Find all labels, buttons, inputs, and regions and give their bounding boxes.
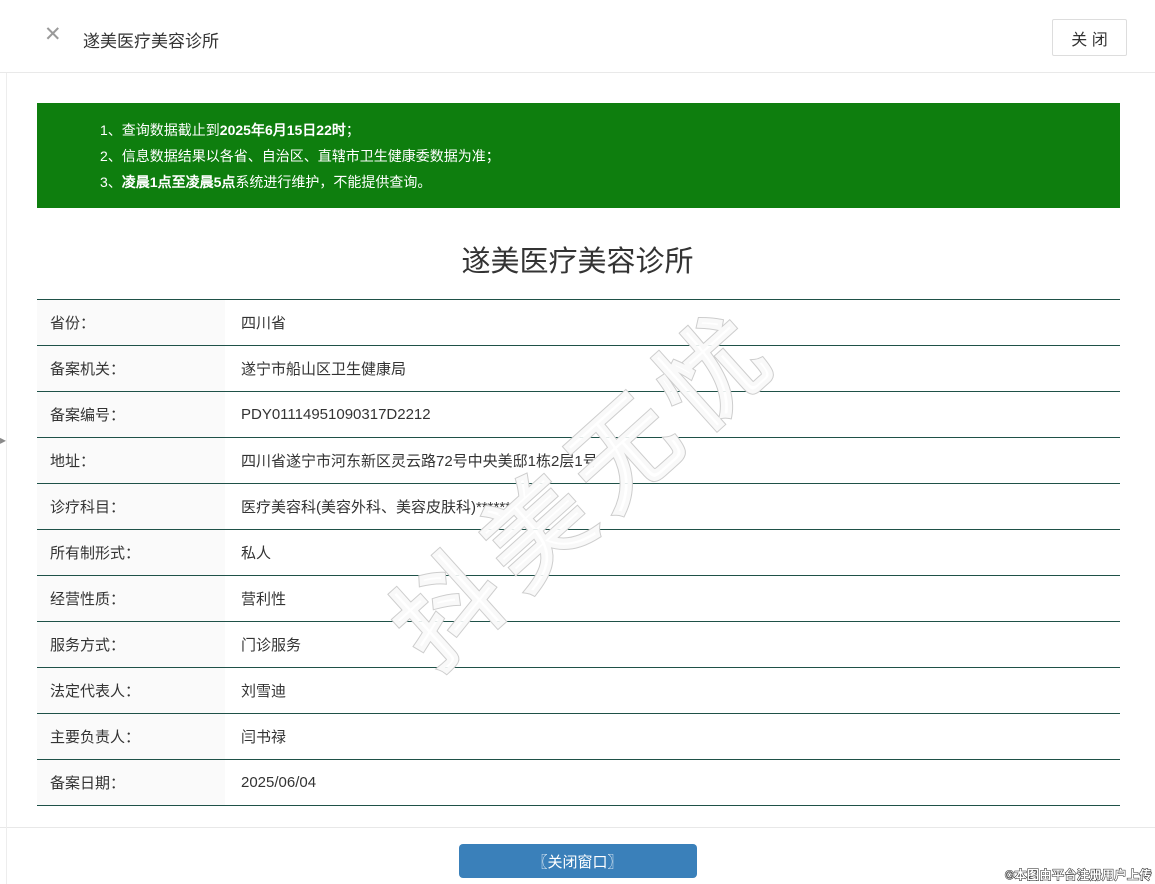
table-row-business-nature: 经营性质： 营利性 — [37, 576, 1120, 622]
table-row-ownership: 所有制形式： 私人 — [37, 530, 1120, 576]
notice-line-1-bold: 2025年6月15日22时 — [220, 122, 346, 138]
panel-collapse-arrow-icon[interactable]: ▸ — [0, 433, 6, 447]
notice-line-1-text: 查询数据截止到 — [122, 122, 220, 138]
row-value: 医疗美容科(美容外科、美容皮肤科)****** — [225, 496, 1120, 517]
row-value: 四川省遂宁市河东新区灵云路72号中央美邸1栋2层1号 — [225, 450, 1120, 471]
row-label: 地址： — [37, 438, 225, 483]
table-row-filing-number: 备案编号： PDY01114951090317D2212 — [37, 392, 1120, 438]
notice-line-3-number: 3、 — [100, 174, 122, 190]
notice-banner: 1、查询数据截止到2025年6月15日22时； 2、信息数据结果以各省、自治区、… — [37, 103, 1120, 208]
copyright-watermark-text: ©本图由平台注册用户上传 — [1005, 866, 1152, 883]
row-label: 诊疗科目： — [37, 484, 225, 529]
footer-bar: 〖关闭窗口〗 ©本图由平台注册用户上传 — [0, 828, 1155, 884]
row-label: 备案编号： — [37, 392, 225, 437]
row-label: 服务方式： — [37, 622, 225, 667]
row-value: 四川省 — [225, 312, 1120, 333]
row-value: 私人 — [225, 542, 1120, 563]
row-label: 所有制形式： — [37, 530, 225, 575]
window-title: 遂美医疗美容诊所 — [83, 27, 219, 52]
table-row-address: 地址： 四川省遂宁市河东新区灵云路72号中央美邸1栋2层1号 — [37, 438, 1120, 484]
row-value: PDY01114951090317D2212 — [225, 406, 1120, 423]
table-row-medical-subjects: 诊疗科目： 医疗美容科(美容外科、美容皮肤科)****** — [37, 484, 1120, 530]
notice-line-3-bold: 凌晨1点至凌晨5点 — [122, 174, 236, 190]
notice-line-1-end: ； — [346, 122, 360, 138]
notice-line-1-number: 1、 — [100, 122, 122, 138]
table-row-province: 省份： 四川省 — [37, 300, 1120, 346]
notice-line-3: 3、凌晨1点至凌晨5点系统进行维护，不能提供查询。 — [100, 169, 1100, 195]
record-detail-page: ▸ ✕ 遂美医疗美容诊所 关 闭 1、查询数据截止到2025年6月15日22时；… — [0, 0, 1155, 884]
table-row-filing-authority: 备案机关： 遂宁市船山区卫生健康局 — [37, 346, 1120, 392]
row-value: 闫书禄 — [225, 726, 1120, 747]
row-label: 法定代表人： — [37, 668, 225, 713]
notice-line-2-text: 信息数据结果以各省、自治区、直辖市卫生健康委数据为准； — [122, 148, 500, 164]
row-label: 主要负责人： — [37, 714, 225, 759]
header-close-button[interactable]: 关 闭 — [1052, 19, 1127, 56]
row-label: 备案机关： — [37, 346, 225, 391]
table-row-legal-representative: 法定代表人： 刘雪迪 — [37, 668, 1120, 714]
notice-line-2: 2、信息数据结果以各省、自治区、直辖市卫生健康委数据为准； — [100, 143, 1100, 169]
row-value: 营利性 — [225, 588, 1120, 609]
table-row-filing-date: 备案日期： 2025/06/04 — [37, 760, 1120, 806]
row-value: 遂宁市船山区卫生健康局 — [225, 358, 1120, 379]
close-window-button[interactable]: 〖关闭窗口〗 — [459, 844, 697, 878]
notice-line-1: 1、查询数据截止到2025年6月15日22时； — [100, 117, 1100, 143]
close-icon[interactable]: ✕ — [44, 24, 62, 45]
notice-line-2-number: 2、 — [100, 148, 122, 164]
window-header: ✕ 遂美医疗美容诊所 关 闭 — [0, 0, 1155, 73]
notice-line-3-text: 系统进行维护，不能提供查询。 — [235, 174, 431, 190]
row-value: 2025/06/04 — [225, 774, 1120, 791]
row-label: 备案日期： — [37, 760, 225, 805]
row-value: 门诊服务 — [225, 634, 1120, 655]
row-value: 刘雪迪 — [225, 680, 1120, 701]
table-row-main-person-in-charge: 主要负责人： 闫书禄 — [37, 714, 1120, 760]
record-info-table: 省份： 四川省 备案机关： 遂宁市船山区卫生健康局 备案编号： PDY01114… — [37, 299, 1120, 806]
row-label: 经营性质： — [37, 576, 225, 621]
row-label: 省份： — [37, 300, 225, 345]
clinic-name-title: 遂美医疗美容诊所 — [0, 242, 1155, 282]
panel-edge-divider — [6, 0, 7, 884]
table-row-service-mode: 服务方式： 门诊服务 — [37, 622, 1120, 668]
